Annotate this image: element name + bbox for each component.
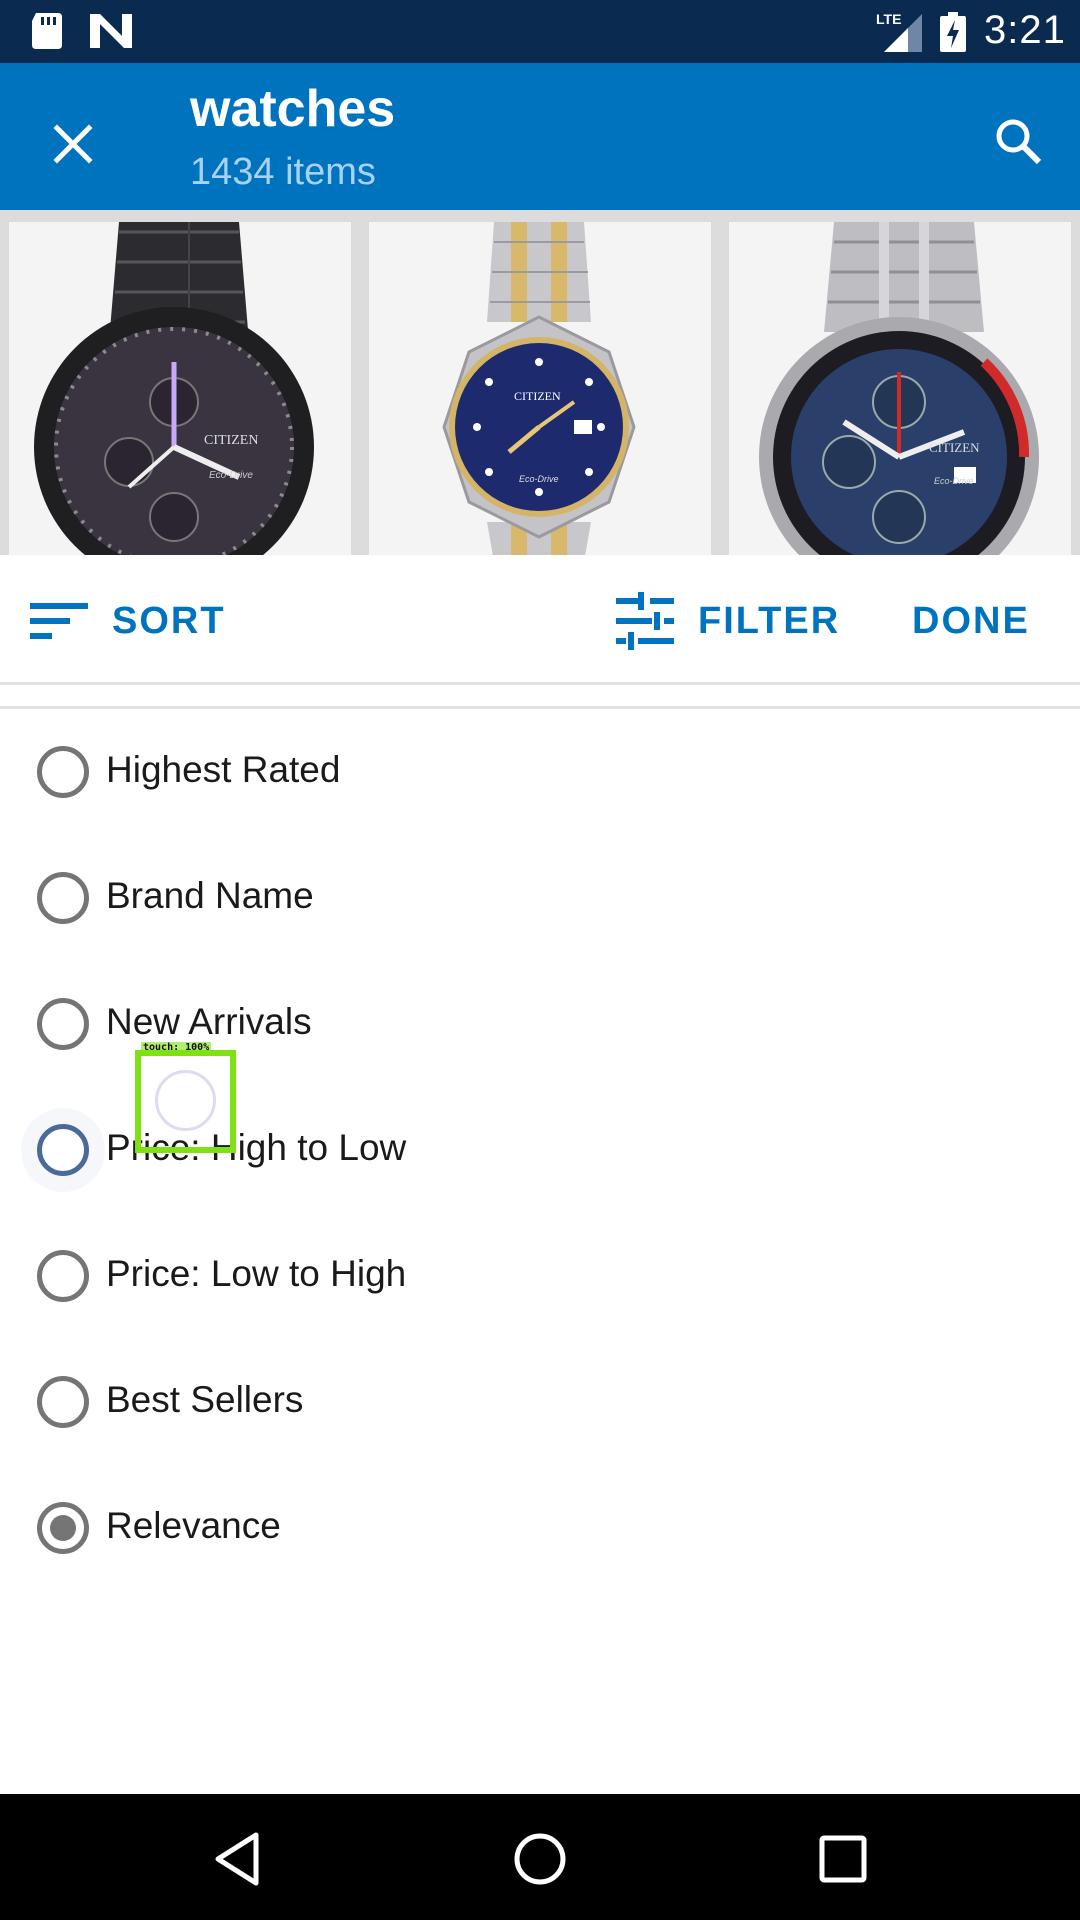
back-button[interactable] — [202, 1824, 272, 1894]
sort-option-label: Best Sellers — [106, 1379, 304, 1420]
search-icon — [996, 119, 1042, 165]
clock: 3:21 — [984, 8, 1066, 52]
sort-option-label: Highest Rated — [106, 749, 341, 790]
filter-icon — [616, 592, 674, 650]
sort-button[interactable]: SORT — [28, 591, 226, 651]
recents-button[interactable] — [808, 1824, 878, 1894]
sd-card-icon — [32, 13, 62, 49]
touch-label: touch: 100% — [141, 1042, 212, 1053]
sort-option-label: Brand Name — [106, 875, 314, 916]
sort-option-price-low-to-high[interactable]: Price: Low to High — [0, 1213, 1080, 1339]
sort-icon — [30, 603, 88, 639]
n-icon — [90, 14, 132, 48]
sort-option-label: New Arrivals — [106, 1001, 312, 1042]
close-icon — [53, 124, 93, 164]
radio-button-checked[interactable] — [37, 1502, 89, 1554]
home-icon — [514, 1833, 566, 1885]
product-card[interactable]: CITIZEN Eco-Drive — [9, 222, 351, 562]
touch-point-icon — [155, 1070, 216, 1131]
home-button[interactable] — [505, 1824, 575, 1894]
product-card[interactable]: CITIZEN Eco-Drive — [369, 222, 711, 562]
watch-image: CITIZEN Eco-Drive — [729, 222, 1071, 562]
back-icon — [215, 1832, 259, 1886]
navigation-bar — [0, 1794, 1080, 1920]
sort-option-best-sellers[interactable]: Best Sellers — [0, 1339, 1080, 1465]
product-image-strip: CITIZEN Eco-Drive CITIZEN Eco-Drive CITI… — [0, 210, 1080, 562]
radio-button[interactable] — [37, 746, 89, 798]
svg-text:Eco-Drive: Eco-Drive — [519, 474, 559, 484]
radio-button[interactable] — [37, 1250, 89, 1302]
filter-button[interactable]: FILTER — [614, 591, 840, 651]
done-button[interactable]: DONE — [912, 591, 1030, 651]
lte-signal-icon: LTE — [876, 11, 922, 52]
svg-text:Eco-Drive: Eco-Drive — [209, 470, 253, 481]
app-bar: watches 1434 items — [0, 63, 1080, 210]
radio-button[interactable] — [37, 1376, 89, 1428]
close-button[interactable] — [36, 107, 110, 181]
svg-text:CITIZEN: CITIZEN — [204, 433, 258, 448]
svg-text:LTE: LTE — [876, 11, 901, 27]
search-button[interactable] — [978, 101, 1058, 181]
item-count: 1434 items — [190, 151, 376, 193]
sort-option-label: Price: Low to High — [106, 1253, 407, 1294]
status-bar: LTE 3:21 — [0, 0, 1080, 63]
battery-charging-icon — [940, 12, 966, 52]
sort-option-highest-rated[interactable]: Highest Rated — [0, 709, 1080, 835]
sort-option-label: Relevance — [106, 1505, 281, 1546]
radio-button[interactable] — [37, 1124, 89, 1176]
filter-label: FILTER — [698, 599, 841, 642]
sort-option-relevance[interactable]: Relevance — [0, 1465, 1080, 1591]
svg-text:CITIZEN: CITIZEN — [929, 440, 980, 455]
svg-text:Eco-Drive: Eco-Drive — [934, 476, 974, 486]
page-title: watches — [190, 80, 396, 138]
radio-button[interactable] — [37, 872, 89, 924]
watch-image: CITIZEN Eco-Drive — [369, 222, 711, 562]
product-card[interactable]: CITIZEN Eco-Drive — [729, 222, 1071, 562]
touch-indicator: touch: 100% — [135, 1042, 236, 1153]
recents-icon — [819, 1835, 867, 1883]
watch-image: CITIZEN Eco-Drive — [9, 222, 351, 562]
sort-label: SORT — [112, 599, 226, 642]
radio-button[interactable] — [37, 998, 89, 1050]
sort-filter-bar: SORT FILTER DONE — [0, 555, 1080, 685]
svg-text:CITIZEN: CITIZEN — [514, 389, 561, 403]
sort-option-brand-name[interactable]: Brand Name — [0, 835, 1080, 961]
